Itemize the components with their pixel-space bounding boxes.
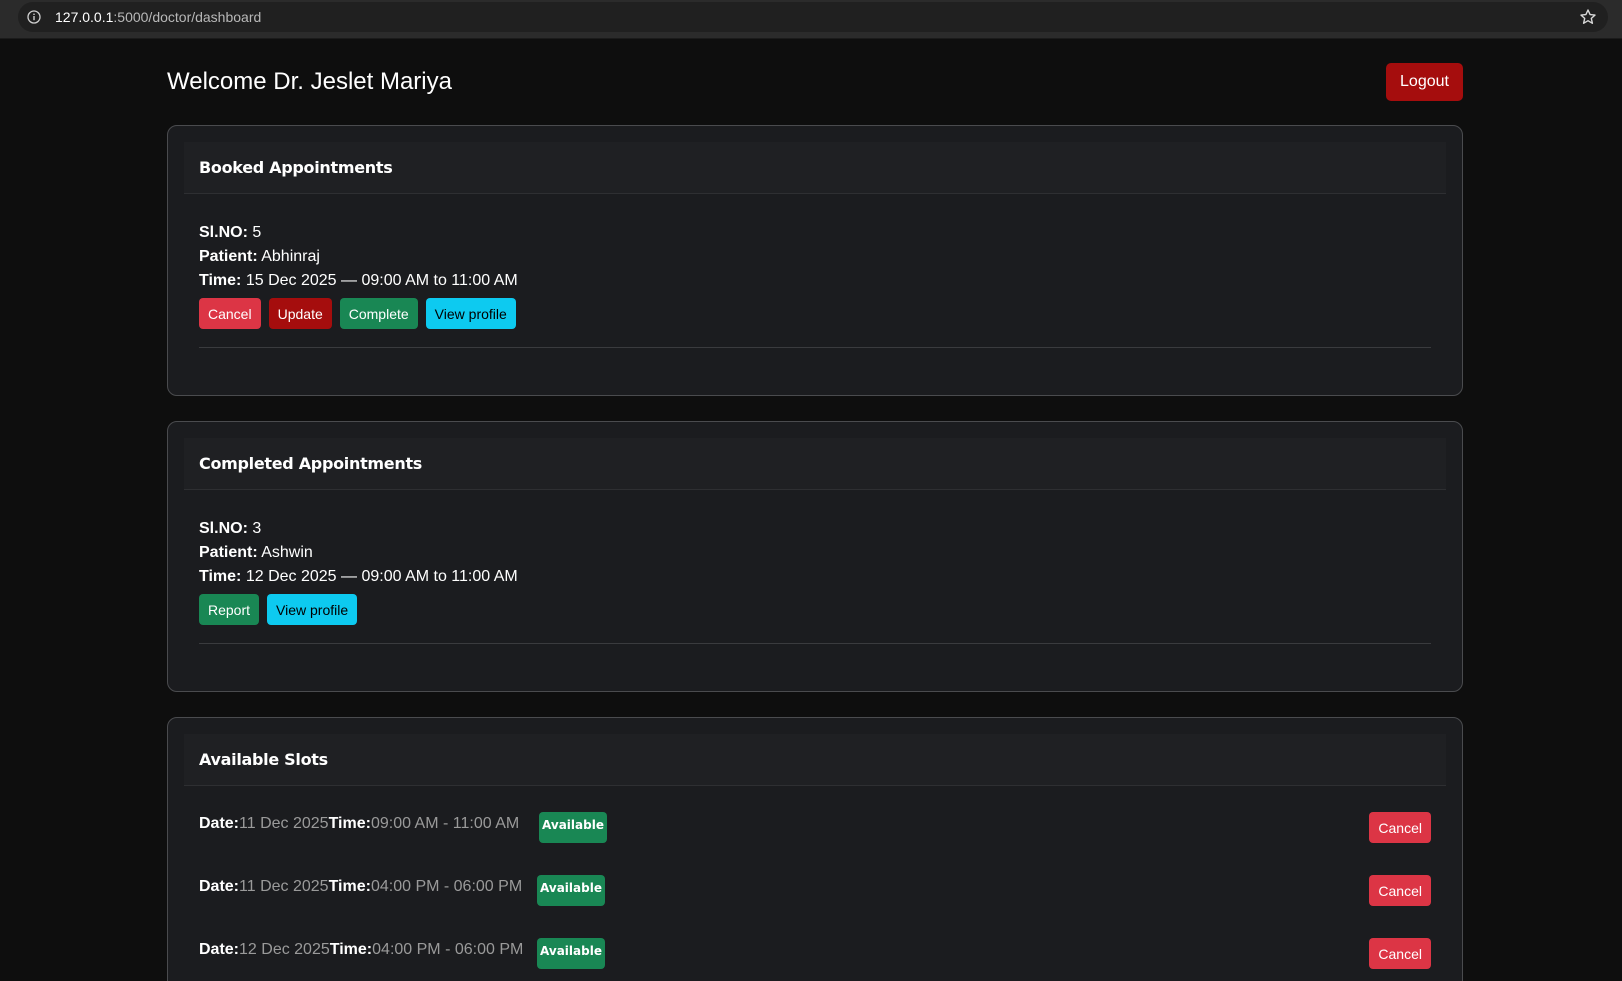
time-label: Time: (329, 941, 373, 958)
browser-toolbar: 127.0.0.1:5000/doctor/dashboard (0, 0, 1622, 39)
url-text[interactable]: 127.0.0.1:5000/doctor/dashboard (55, 9, 261, 25)
address-bar[interactable]: 127.0.0.1:5000/doctor/dashboard (18, 2, 1608, 32)
patient-label: Patient: (199, 544, 258, 561)
booked-appointments-card: Booked Appointments Sl.NO: 5 Patient: Ab… (167, 125, 1463, 396)
time-value: 15 Dec 2025 — 09:00 AM to 11:00 AM (245, 272, 518, 289)
slot-row: Date:11 Dec 2025Time:04:00 PM - 06:00 PM… (199, 875, 1431, 907)
complete-button[interactable]: Complete (339, 298, 418, 329)
sl-no-label: Sl.NO: (199, 224, 248, 241)
status-badge: Available (537, 938, 605, 969)
slot-time: 04:00 PM - 06:00 PM (372, 941, 524, 958)
slot-row: Date:12 Dec 2025Time:04:00 PM - 06:00 PM… (199, 938, 1431, 970)
time-label: Time: (199, 568, 242, 585)
booked-actions: Cancel Update Complete View profile (199, 298, 518, 329)
booked-appointments-title: Booked Appointments (184, 142, 1446, 194)
view-profile-button[interactable]: View profile (267, 594, 358, 625)
update-button[interactable]: Update (268, 298, 332, 329)
slot-cancel-button[interactable]: Cancel (1369, 938, 1431, 969)
view-profile-button[interactable]: View profile (425, 298, 516, 329)
sl-no-line: Sl.NO: 3 (199, 517, 518, 541)
patient-line: Patient: Ashwin (199, 541, 518, 565)
patient-value: Abhinraj (261, 248, 320, 265)
completed-appointments-title: Completed Appointments (184, 438, 1446, 490)
sl-no-value: 5 (252, 224, 262, 241)
time-line: Time: 12 Dec 2025 — 09:00 AM to 11:00 AM (199, 565, 518, 589)
available-slots-title: Available Slots (184, 734, 1446, 786)
patient-label: Patient: (199, 248, 258, 265)
patient-value: Ashwin (261, 544, 313, 561)
url-path: :5000/doctor/dashboard (113, 9, 262, 25)
logout-button[interactable]: Logout (1386, 63, 1463, 101)
available-slots-card: Available Slots Date:11 Dec 2025Time:09:… (167, 717, 1463, 981)
slot-row: Date:11 Dec 2025Time:09:00 AM - 11:00 AM… (199, 812, 1431, 844)
status-badge: Available (537, 875, 605, 906)
slot-time: 09:00 AM - 11:00 AM (370, 815, 520, 832)
info-icon[interactable] (27, 10, 41, 24)
booked-appointment-entry: Sl.NO: 5 Patient: Abhinraj Time: 15 Dec … (199, 221, 518, 329)
sl-no-label: Sl.NO: (199, 520, 248, 537)
entry-divider (199, 643, 1431, 644)
completed-actions: Report View profile (199, 594, 518, 625)
slot-date: 12 Dec 2025 (239, 941, 330, 958)
report-button[interactable]: Report (199, 594, 260, 625)
sl-no-value: 3 (252, 520, 262, 537)
slot-date: 11 Dec 2025 (239, 815, 329, 832)
status-badge: Available (539, 812, 607, 843)
slot-text: Date:11 Dec 2025Time:04:00 PM - 06:00 PM (199, 878, 522, 896)
slot-text: Date:11 Dec 2025Time:09:00 AM - 11:00 AM (199, 815, 519, 833)
slot-cancel-button[interactable]: Cancel (1369, 812, 1431, 843)
url-host: 127.0.0.1 (55, 9, 114, 25)
time-line: Time: 15 Dec 2025 — 09:00 AM to 11:00 AM (199, 269, 518, 293)
slot-cancel-button[interactable]: Cancel (1369, 875, 1431, 906)
time-value: 12 Dec 2025 — 09:00 AM to 11:00 AM (245, 568, 518, 585)
completed-appointment-entry: Sl.NO: 3 Patient: Ashwin Time: 12 Dec 20… (199, 517, 518, 625)
slot-date: 11 Dec 2025 (239, 878, 329, 895)
entry-divider (199, 347, 1431, 348)
slot-text: Date:12 Dec 2025Time:04:00 PM - 06:00 PM (199, 941, 523, 959)
sl-no-line: Sl.NO: 5 (199, 221, 518, 245)
time-label: Time: (328, 815, 371, 832)
completed-appointments-card: Completed Appointments Sl.NO: 3 Patient:… (167, 421, 1463, 692)
time-label: Time: (328, 878, 371, 895)
slot-time: 04:00 PM - 06:00 PM (370, 878, 523, 895)
time-label: Time: (199, 272, 242, 289)
date-label: Date: (199, 878, 240, 895)
date-label: Date: (199, 941, 240, 958)
cancel-button[interactable]: Cancel (199, 298, 261, 329)
page-title: Welcome Dr. Jeslet Mariya (167, 68, 452, 95)
date-label: Date: (199, 815, 240, 832)
star-icon[interactable] (1579, 8, 1597, 26)
patient-line: Patient: Abhinraj (199, 245, 518, 269)
